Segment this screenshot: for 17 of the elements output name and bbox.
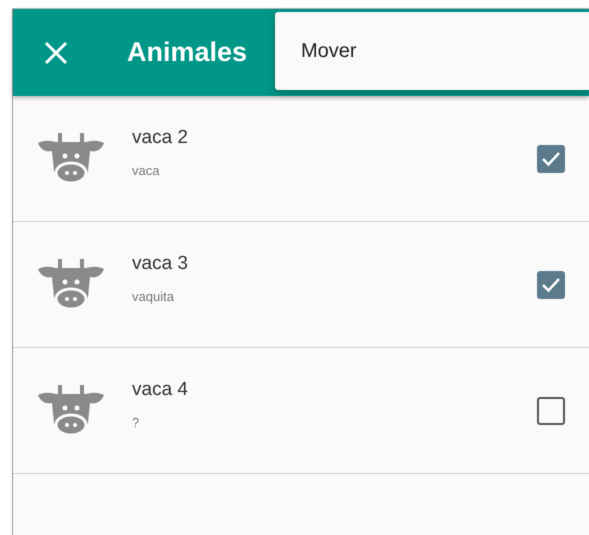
menu-item[interactable]: Mover — [275, 40, 357, 62]
close-button[interactable] — [43, 40, 69, 66]
animal-subtitle: vaquita — [132, 289, 175, 304]
animal-name: vaca 2 — [132, 127, 189, 149]
check-icon — [541, 276, 561, 292]
animal-subtitle: ? — [132, 415, 140, 430]
checkbox[interactable] — [537, 144, 565, 172]
animal-subtitle: vaca — [132, 163, 160, 178]
toolbar-title: Animales — [127, 37, 248, 68]
cow-icon — [38, 132, 104, 184]
animal-name: vaca 4 — [132, 379, 189, 401]
checkbox[interactable] — [537, 396, 565, 424]
checkbox[interactable] — [537, 270, 565, 298]
animal-name: vaca 3 — [132, 253, 189, 275]
cow-icon — [38, 258, 104, 310]
check-icon — [541, 150, 561, 166]
cow-icon — [38, 384, 104, 436]
